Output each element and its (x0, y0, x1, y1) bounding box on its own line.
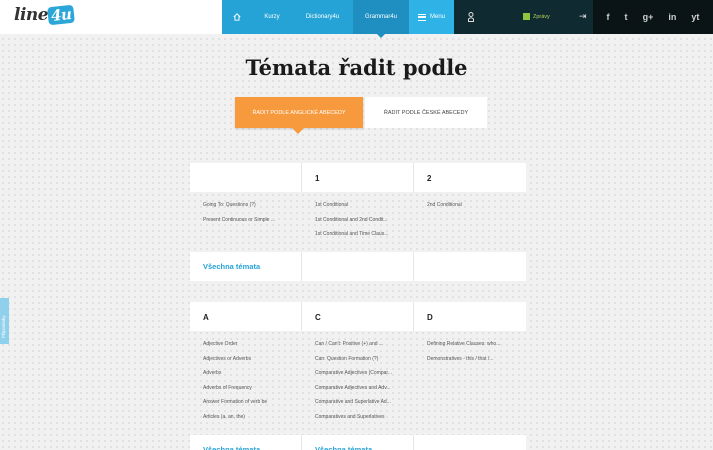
topic-column: Going To: Questions (?) Present Continuo… (190, 192, 302, 252)
main-nav: Kurzy Dictionary4u Grammar4u Menu (222, 0, 454, 38)
table-footer-cell (414, 252, 526, 281)
topic-link[interactable]: Defining Relative Clauses: who... (427, 341, 526, 356)
table-footer-cell (302, 252, 414, 281)
twitter-icon[interactable]: t (625, 12, 628, 22)
topic-column: 1st Conditional 1st Conditional and 2nd … (302, 192, 414, 252)
topic-link[interactable]: Can: Question Formation (?) (315, 356, 414, 371)
nav-menu-label: Menu (429, 14, 445, 20)
page-title: Témata řadit podle (245, 55, 468, 80)
table-header-row: 1 2 (190, 163, 526, 192)
all-topics-link[interactable]: Všechna témata (302, 435, 414, 450)
home-icon (233, 13, 241, 21)
topic-link[interactable]: 1st Conditional and 2nd Condit... (315, 217, 414, 232)
topic-link[interactable]: 1st Conditional and Time Claus... (315, 231, 414, 246)
google-plus-icon[interactable]: g+ (643, 12, 654, 22)
topic-link[interactable]: Can / Can't: Positive (+) and ... (315, 341, 414, 356)
topic-link[interactable]: Comparative Adjectives and Adv... (315, 385, 414, 400)
logo-text: line (14, 5, 49, 25)
table-footer-row: Všechna témata Všechna témata (190, 435, 526, 450)
all-topics-link[interactable]: Všechna témata (190, 252, 302, 281)
table-header-cell: C (302, 302, 414, 331)
table-body-row: Adjective Order Adjectives or Adverbs Ad… (190, 331, 526, 435)
user-icon[interactable] (468, 12, 474, 22)
topics-table-1: 1 2 Going To: Questions (?) Present Cont… (190, 163, 526, 281)
topics-table-2: A C D Adjective Order Adjectives or Adve… (190, 302, 526, 450)
youtube-icon[interactable]: yt (691, 12, 699, 22)
nav-menu[interactable]: Menu (409, 0, 454, 34)
topic-link[interactable]: Adverbs of Frequency (203, 385, 302, 400)
table-header-cell: D (427, 313, 433, 322)
topic-column: Defining Relative Clauses: who... Demons… (414, 331, 526, 435)
feedback-label: Připomínky (1, 315, 6, 338)
site-logo[interactable]: line 4u (14, 4, 76, 26)
table-header-cell: 1 (302, 163, 414, 192)
hamburger-icon (417, 13, 426, 21)
table-header-cell: A (190, 302, 302, 331)
topic-link[interactable]: Articles (a, an, the) (203, 414, 302, 429)
feedback-tab[interactable]: Připomínky (0, 298, 9, 344)
user-nav: Zprávy ⇥ (454, 0, 593, 34)
logo-badge: 4u (47, 4, 76, 26)
topic-link[interactable]: Comparatives and Superlatives (315, 414, 414, 429)
table-header-cell (190, 163, 302, 192)
table-header-row: A C D (190, 302, 526, 331)
topic-column: Adjective Order Adjectives or Adverbs Ad… (190, 331, 302, 435)
topic-link[interactable]: 2nd Conditional (427, 202, 526, 217)
nav-kurzy[interactable]: Kurzy (252, 0, 292, 34)
facebook-icon[interactable]: f (607, 12, 610, 22)
news-link[interactable]: Zprávy (523, 13, 550, 20)
topic-column: 2nd Conditional (414, 192, 526, 252)
table-footer-row: Všechna témata (190, 252, 526, 281)
topic-link[interactable]: Demonstratives - this / that /... (427, 356, 526, 371)
social-links: f t g+ in yt (593, 0, 713, 34)
all-topics-link[interactable]: Všechna témata (190, 435, 302, 450)
topic-link[interactable]: Present Continuous or Simple ... (203, 217, 302, 232)
table-header-cell: 2 (427, 174, 432, 183)
table-footer-cell (414, 435, 526, 450)
topic-column: Can / Can't: Positive (+) and ... Can: Q… (302, 331, 414, 435)
news-label: Zprávy (533, 13, 550, 20)
nav-grammar[interactable]: Grammar4u (353, 0, 409, 38)
top-navigation: line 4u Kurzy Dictionary4u Grammar4u Menu… (0, 0, 713, 38)
logo-area: line 4u (0, 0, 222, 34)
nav-dictionary[interactable]: Dictionary4u (292, 0, 353, 34)
topic-link[interactable]: Comparative Adjectives (Compar... (315, 370, 414, 385)
nav-home[interactable] (222, 0, 252, 34)
sort-czech-button[interactable]: ŘADIT PODLE ČESKÉ ABECEDY (365, 97, 487, 128)
linkedin-icon[interactable]: in (668, 12, 676, 22)
topic-link[interactable]: Comparative and Superlative Ad... (315, 399, 414, 414)
topic-link[interactable]: 1st Conditional (315, 202, 414, 217)
news-icon (523, 13, 530, 20)
table-body-row: Going To: Questions (?) Present Continuo… (190, 192, 526, 252)
topic-link[interactable]: Adjective Order (203, 341, 302, 356)
topic-link[interactable]: Adjectives or Adverbs (203, 356, 302, 371)
topic-link[interactable]: Going To: Questions (?) (203, 202, 302, 217)
sort-english-button[interactable]: ŘADIT PODLE ANGLICKÉ ABECEDY (235, 97, 363, 134)
topic-link[interactable]: Adverbs (203, 370, 302, 385)
topic-link[interactable]: Answer Formation of verb be (203, 399, 302, 414)
logout-icon[interactable]: ⇥ (579, 12, 587, 21)
